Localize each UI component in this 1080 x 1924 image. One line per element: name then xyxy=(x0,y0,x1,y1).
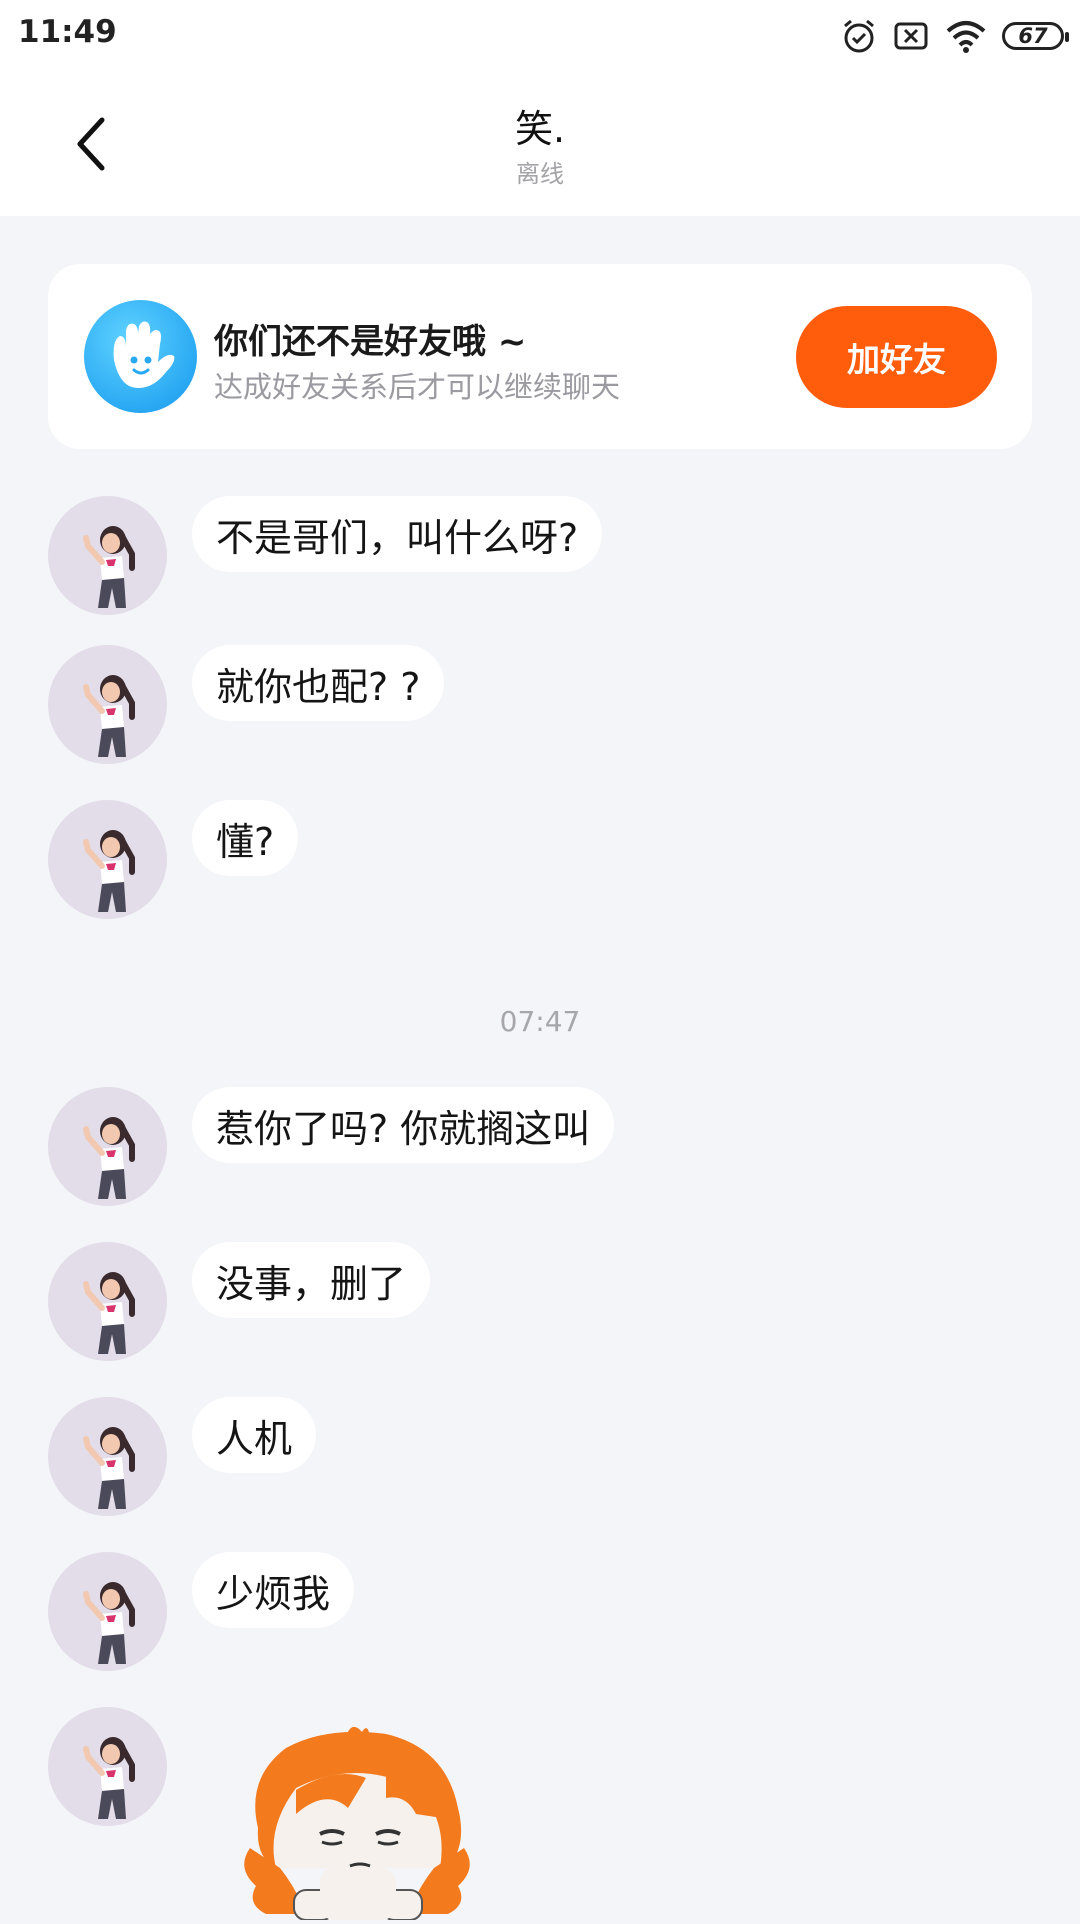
avatar[interactable] xyxy=(48,1242,167,1361)
message-row: 没事，删了 xyxy=(0,1242,1080,1362)
chat-header: 笑. 离线 xyxy=(0,72,1080,216)
message-row: 惹你了吗? 你就搁这叫 xyxy=(0,1087,1080,1207)
avatar-image xyxy=(83,526,135,608)
avatar[interactable] xyxy=(48,1552,167,1671)
banner-description: 达成好友关系后才可以继续聊天 xyxy=(214,370,621,404)
status-icons: 67 xyxy=(840,14,1069,58)
avatar[interactable] xyxy=(48,1707,167,1826)
banner-title: 你们还不是好友哦 ~ xyxy=(214,322,527,362)
avatar-image xyxy=(83,1272,135,1354)
sim-disabled-icon xyxy=(892,17,930,55)
message-row: 人机 xyxy=(0,1397,1080,1517)
sticker-message[interactable] xyxy=(236,1718,478,1921)
online-status: 离线 xyxy=(516,160,564,188)
message-bubble[interactable]: 就你也配? ? xyxy=(192,645,445,721)
message-bubble[interactable]: 不是哥们，叫什么呀? xyxy=(192,496,603,572)
avatar-image xyxy=(83,830,135,912)
message-bubble[interactable]: 人机 xyxy=(192,1397,317,1473)
waving-hand-icon xyxy=(84,300,197,413)
status-time: 11:49 xyxy=(18,14,117,50)
avatar-image xyxy=(83,1427,135,1509)
wifi-icon xyxy=(944,17,988,55)
chat-title: 笑. xyxy=(514,107,566,151)
avatar-image xyxy=(83,1582,135,1664)
bored-anime-girl-sticker xyxy=(244,1726,470,1921)
battery-icon: 67 xyxy=(1002,22,1069,50)
avatar[interactable] xyxy=(48,1397,167,1516)
message-row: 就你也配? ? xyxy=(0,645,1080,765)
message-row xyxy=(0,1707,1080,1827)
avatar[interactable] xyxy=(48,496,167,615)
battery-level: 67 xyxy=(1018,24,1048,48)
alarm-icon xyxy=(840,17,878,55)
avatar[interactable] xyxy=(48,645,167,764)
message-row: 少烦我 xyxy=(0,1552,1080,1672)
avatar-image xyxy=(83,1737,135,1819)
avatar[interactable] xyxy=(48,1087,167,1206)
not-friends-banner: 你们还不是好友哦 ~ 达成好友关系后才可以继续聊天 加好友 xyxy=(48,264,1032,449)
message-bubble[interactable]: 懂? xyxy=(192,800,299,876)
status-bar: 11:49 67 xyxy=(0,0,1080,72)
add-friend-button[interactable]: 加好友 xyxy=(796,306,997,408)
message-bubble[interactable]: 惹你了吗? 你就搁这叫 xyxy=(192,1087,615,1163)
message-row: 不是哥们，叫什么呀? xyxy=(0,496,1080,616)
message-row: 懂? xyxy=(0,800,1080,920)
message-bubble[interactable]: 少烦我 xyxy=(192,1552,355,1628)
avatar-image xyxy=(83,1117,135,1199)
message-bubble[interactable]: 没事，删了 xyxy=(192,1242,431,1318)
avatar-image xyxy=(83,675,135,757)
avatar[interactable] xyxy=(48,800,167,919)
message-timestamp: 07:47 xyxy=(499,1005,581,1038)
